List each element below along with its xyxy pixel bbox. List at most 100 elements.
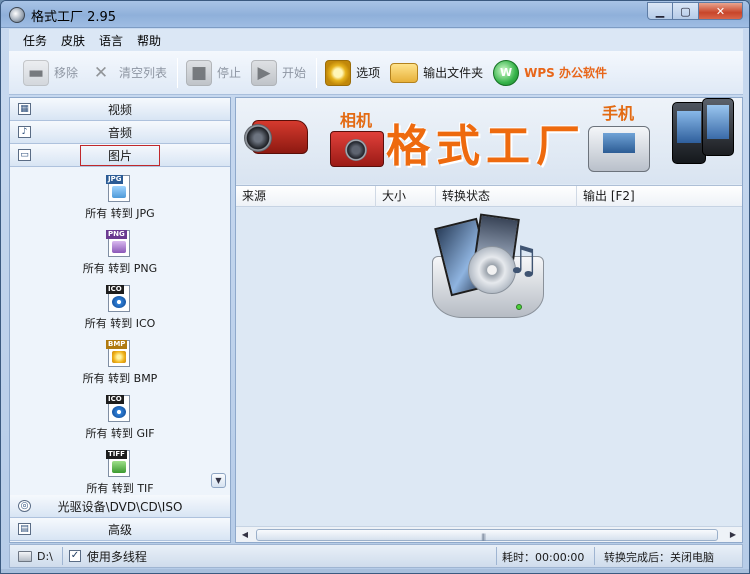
app-window: 格式工厂 2.95 ▁ ▢ ✕ 任务 皮肤 语言 帮助 ▬ 移除 ✕ 清空列表 … [0,0,750,574]
format-item-ico[interactable]: ICO 所有 转到 ICO [10,281,230,336]
scroll-left-icon[interactable]: ◀ [238,529,252,541]
scrollbar-thumb[interactable]: ||| [256,529,718,541]
caption-buttons: ▁ ▢ ✕ [647,2,743,20]
window-title: 格式工厂 2.95 [31,10,117,25]
format-item-tif[interactable]: TIFF 所有 转到 TIF [10,446,230,495]
gear-icon [325,59,352,86]
multithread-label: 使用多线程 [86,549,147,564]
category-label: 音频 [107,125,132,140]
phone-icon [672,102,706,164]
menu-help[interactable]: 帮助 [137,32,161,49]
after-convert-action[interactable]: 转换完成后：关闭电脑 [604,549,714,565]
category-label: 高级 [107,522,132,537]
scroll-down-button[interactable]: ▼ [211,473,226,488]
status-separator [594,547,595,565]
image-thumb [112,351,126,363]
category-label: 视频 [107,102,132,117]
category-label: 光驱设备\DVD\CD\ISO [57,499,183,514]
clear-list-label: 清空列表 [119,66,168,80]
title-bar[interactable]: 格式工厂 2.95 ▁ ▢ ✕ [1,1,749,28]
menu-skin[interactable]: 皮肤 [61,32,85,49]
format-label: 所有 转到 ICO [84,317,156,330]
image-thumb [112,241,126,253]
status-separator [61,547,63,565]
category-picture[interactable]: ▭ 图片 [10,144,230,167]
clear-list-button[interactable]: ✕ 清空列表 [88,55,167,91]
phone-icon [588,126,650,172]
image-thumb [112,461,126,473]
category-audio[interactable]: ♪ 音频 [10,121,230,144]
category-video[interactable]: ▦ 视频 [10,98,230,121]
image-thumb [112,186,126,198]
disc-icon: ◎ [18,500,31,512]
jpg-file-icon: JPG [106,175,130,202]
video-icon: ▦ [18,103,31,115]
format-item-png[interactable]: PNG 所有 转到 PNG [10,226,230,281]
file-tag: ICO [106,285,124,294]
format-item-bmp[interactable]: BMP 所有 转到 BMP [10,336,230,391]
camera-icon [330,131,384,167]
category-label: 图片 [79,144,160,166]
category-advanced[interactable]: ▤ 高级 [10,518,230,541]
file-tag: BMP [106,340,128,349]
category-disc[interactable]: ◎ 光驱设备\DVD\CD\ISO [10,495,230,518]
format-factory-logo-icon: ♫ [424,213,556,326]
picture-icon: ▭ [18,149,31,161]
format-item-jpg[interactable]: JPG 所有 转到 JPG [10,171,230,226]
banner-camera-text: 相机 [340,111,373,130]
app-logo-icon[interactable] [9,7,25,23]
folder-icon [390,62,419,83]
toolbar-separator [177,57,179,88]
phone-icon [702,98,734,156]
remove-button[interactable]: ▬ 移除 [23,55,78,91]
menu-bar: 任务 皮肤 语言 帮助 [9,29,743,51]
column-size[interactable]: 大小 [376,186,436,207]
drive-icon[interactable] [18,550,32,562]
info-icon [112,296,126,308]
format-item-gif[interactable]: ICO 所有 转到 GIF [10,391,230,446]
menu-task[interactable]: 任务 [23,32,47,49]
wps-logo-icon: W [493,59,520,86]
ico-file-icon: ICO [106,285,130,312]
clear-list-icon: ✕ [93,62,109,83]
output-drive[interactable]: D:\ [37,550,53,563]
format-label: 所有 转到 GIF [85,427,155,440]
camcorder-icon [244,112,314,166]
output-folder-label: 输出文件夹 [423,66,484,80]
close-button[interactable]: ✕ [699,2,743,20]
output-folder-button[interactable]: 输出文件夹 [390,55,483,91]
stop-icon: ■ [186,59,213,86]
horizontal-scrollbar[interactable]: ◀ ||| ▶ [236,526,742,542]
scroll-right-icon[interactable]: ▶ [726,529,740,541]
column-source[interactable]: 来源 [236,186,376,207]
menu-language[interactable]: 语言 [99,32,123,49]
wps-button[interactable]: W WPS 办公软件 [493,55,607,91]
toolbar-separator [316,57,318,88]
advanced-icon: ▤ [18,523,31,535]
minimize-icon: ▁ [655,4,665,18]
maximize-button[interactable]: ▢ [673,2,699,20]
stop-button[interactable]: ■ 停止 [186,55,241,91]
options-label: 选项 [356,66,381,80]
bottom-categories: ◎ 光驱设备\DVD\CD\ISO ▤ 高级 [10,495,230,541]
file-tag: JPG [106,175,124,184]
task-table-header: 来源 大小 转换状态 输出 [F2] [236,185,742,207]
column-status[interactable]: 转换状态 [436,186,577,207]
chevron-down-icon: ▼ [215,476,222,485]
column-output[interactable]: 输出 [F2] [577,186,742,207]
format-label: 所有 转到 PNG [82,262,158,275]
start-button[interactable]: ▶ 开始 [251,55,306,91]
options-button[interactable]: 选项 [325,55,380,91]
status-bar: D:\ ✓ 使用多线程 耗时：00:00:00 转换完成后：关闭电脑 [9,544,743,568]
remove-label: 移除 [54,66,79,80]
format-list: JPG 所有 转到 JPG PNG 所有 转到 PNG ICO 所有 转到 IC… [10,169,230,495]
png-file-icon: PNG [106,230,130,257]
category-panel: ▦ 视频 ♪ 音频 ▭ 图片 JPG 所有 转到 JPG PNG 所有 转到 P… [9,97,231,543]
promo-banner: 相机 格式工厂 手机 [236,98,742,184]
info-icon [112,406,126,418]
format-label: 所有 转到 TIF [86,482,154,495]
start-icon: ▶ [251,59,278,86]
minimize-button[interactable]: ▁ [647,2,673,20]
status-separator [496,547,497,565]
multithread-checkbox[interactable]: ✓ [68,550,81,562]
